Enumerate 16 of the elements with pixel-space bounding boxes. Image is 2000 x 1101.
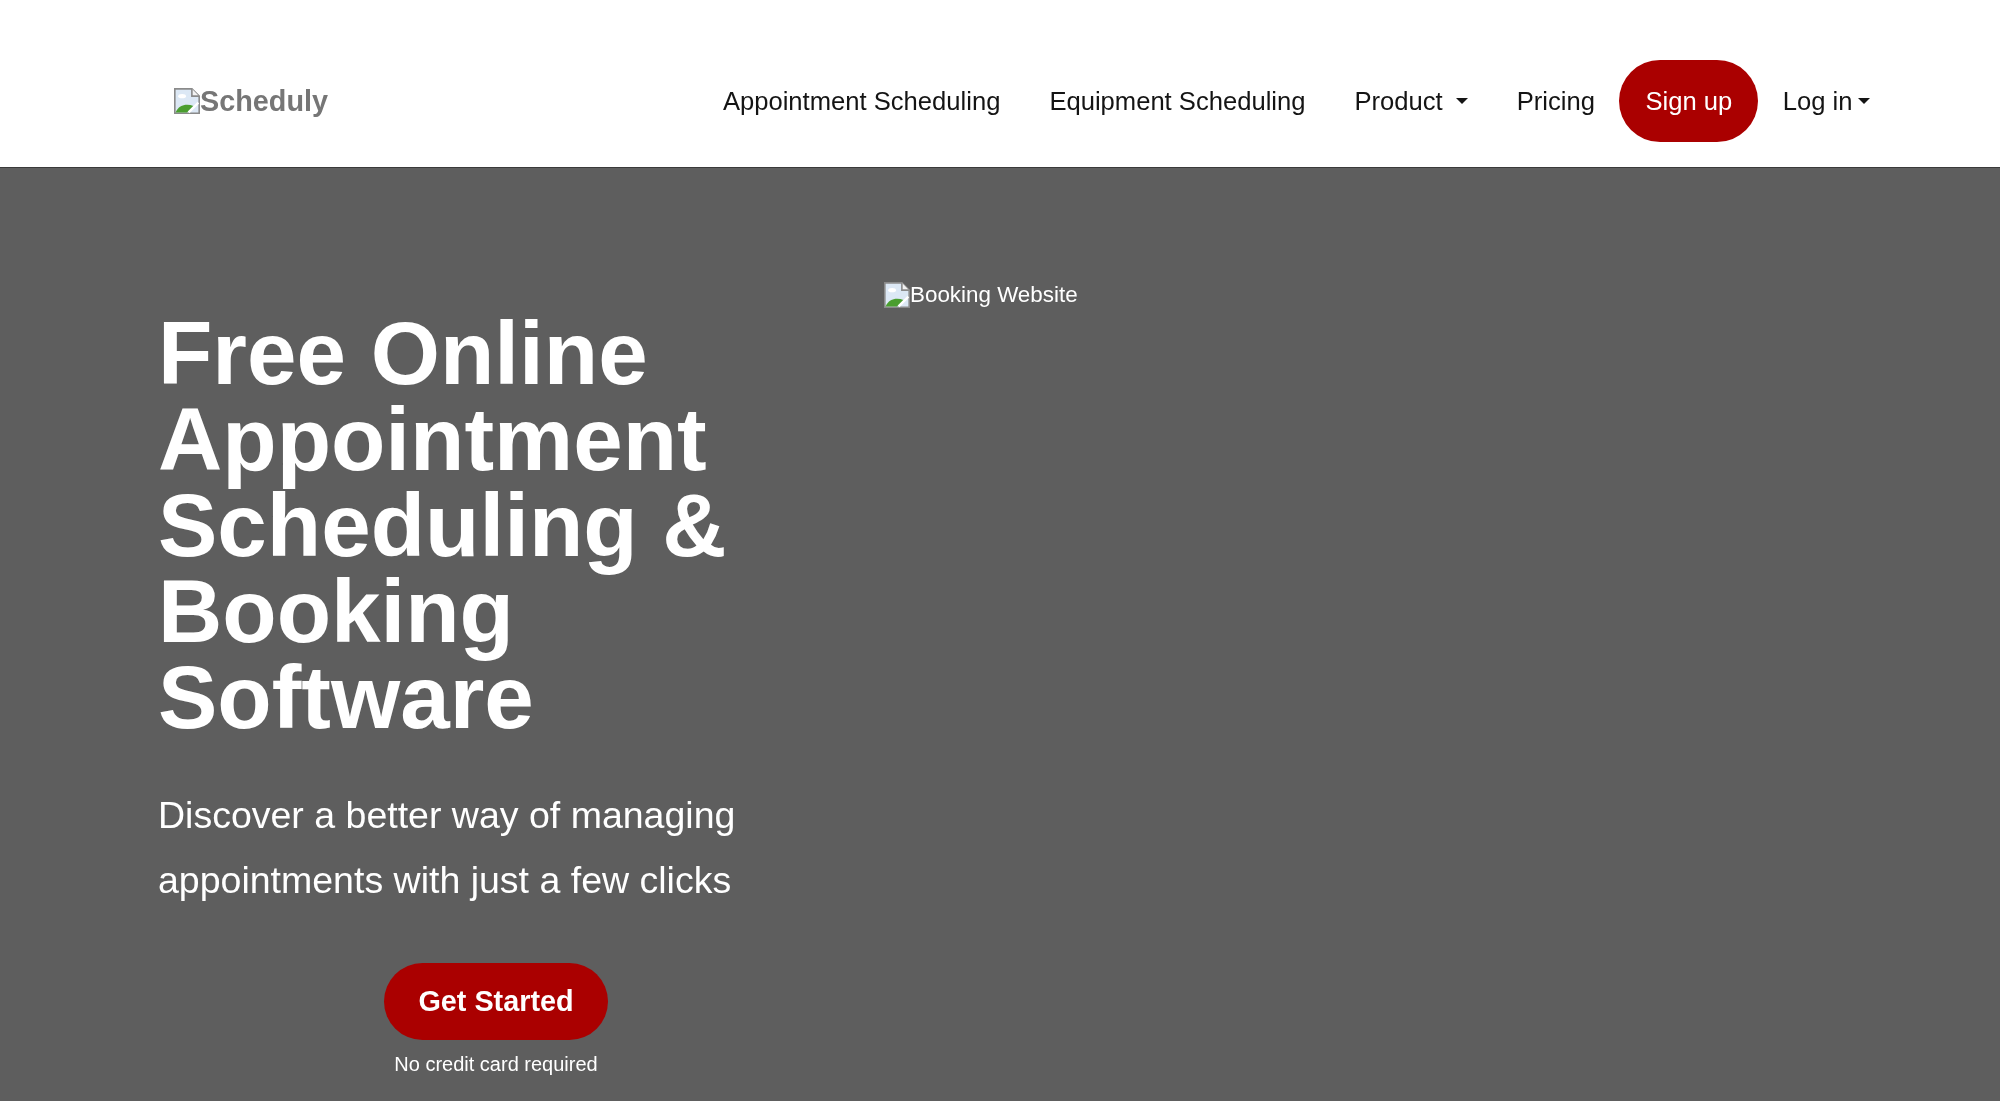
- sign-up-button[interactable]: Sign up: [1619, 60, 1759, 142]
- nav-link[interactable]: Equipment Scheduling: [1024, 86, 1330, 116]
- hero-subheading: Discover a better way of managing appointments with just a few clicks: [158, 793, 737, 903]
- caret-icon: [1857, 98, 1870, 104]
- nav-link[interactable]: Appointment Scheduling: [698, 86, 1025, 116]
- caret-icon: [1455, 98, 1468, 104]
- nav-link[interactable]: Pricing: [1492, 86, 1620, 116]
- logo-text[interactable]: Scheduly: [200, 84, 329, 118]
- no-credit-card-note: No credit card required: [394, 1053, 598, 1076]
- get-started-button[interactable]: Get Started: [384, 963, 608, 1040]
- nav-link[interactable]: Log in: [1758, 86, 1894, 116]
- broken-image-icon: [174, 88, 200, 114]
- hero-heading: Free Online Appointment Scheduling & Booking Software: [158, 310, 728, 740]
- broken-image-icon: [884, 282, 910, 308]
- image-alt-text: Booking Website: [910, 282, 1078, 308]
- nav-link[interactable]: Product: [1330, 86, 1493, 116]
